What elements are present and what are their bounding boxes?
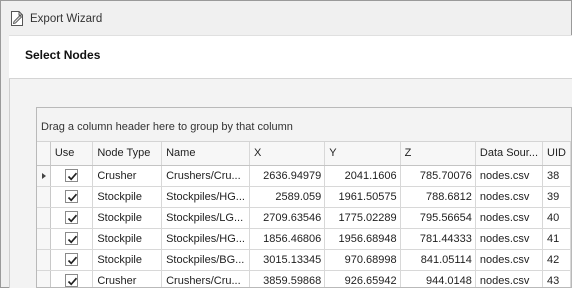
row-indicator[interactable] xyxy=(37,228,51,250)
z-cell[interactable]: 841.05114 xyxy=(400,249,476,271)
row-indicator-header xyxy=(37,142,51,166)
x-cell[interactable]: 3859.59868 xyxy=(249,270,326,287)
x-cell[interactable]: 2589.059 xyxy=(249,186,326,208)
use-cell[interactable] xyxy=(50,249,94,271)
use-checkbox[interactable] xyxy=(65,274,79,287)
node-type-cell[interactable]: Stockpile xyxy=(92,228,163,250)
z-cell[interactable]: 944.0148 xyxy=(400,270,476,287)
use-checkbox[interactable] xyxy=(65,253,79,266)
data-source-cell[interactable]: nodes.csv xyxy=(475,228,544,250)
column-header-name[interactable]: Name xyxy=(161,142,250,166)
node-type-cell[interactable]: Crusher xyxy=(92,165,163,187)
row-indicator[interactable] xyxy=(37,165,51,187)
uid-cell[interactable]: 41 xyxy=(542,228,571,250)
export-document-icon xyxy=(10,10,25,27)
group-by-hint: Drag a column header here to group by th… xyxy=(41,121,293,133)
column-header-use[interactable]: Use xyxy=(50,142,94,166)
name-cell[interactable]: Stockpiles/HG... xyxy=(161,228,250,250)
data-source-cell[interactable]: nodes.csv xyxy=(475,207,544,229)
table-row[interactable]: Crusher Crushers/Cru... 2636.94979 2041.160… xyxy=(37,165,571,187)
uid-cell[interactable]: 39 xyxy=(542,186,571,208)
data-source-cell[interactable]: nodes.csv xyxy=(475,249,544,271)
row-indicator-arrow-icon xyxy=(42,172,46,179)
z-cell[interactable]: 788.6812 xyxy=(400,186,476,208)
z-cell[interactable]: 795.56654 xyxy=(400,207,476,229)
y-cell[interactable]: 1775.02289 xyxy=(324,207,401,229)
node-type-cell[interactable]: Stockpile xyxy=(92,249,163,271)
data-source-cell[interactable]: nodes.csv xyxy=(475,186,544,208)
use-checkbox[interactable] xyxy=(65,232,79,245)
uid-cell[interactable]: 42 xyxy=(542,249,571,271)
group-by-panel[interactable]: Drag a column header here to group by th… xyxy=(37,108,571,142)
column-header-row: Use Node Type Name X Y Z Data Sour... UI… xyxy=(37,142,571,166)
title-bar: Export Wizard xyxy=(1,1,571,35)
x-cell[interactable]: 2709.63546 xyxy=(249,207,326,229)
node-type-cell[interactable]: Crusher xyxy=(92,270,163,287)
row-indicator[interactable] xyxy=(37,186,51,208)
row-indicator[interactable] xyxy=(37,249,51,271)
x-cell[interactable]: 2636.94979 xyxy=(249,165,326,187)
nodes-table: Use Node Type Name X Y Z Data Sour... UI… xyxy=(37,142,571,287)
x-cell[interactable]: 3015.13345 xyxy=(249,249,326,271)
z-cell[interactable]: 785.70076 xyxy=(400,165,476,187)
use-checkbox[interactable] xyxy=(65,190,79,203)
use-cell[interactable] xyxy=(50,270,94,287)
y-cell[interactable]: 1956.68948 xyxy=(324,228,401,250)
column-header-uid[interactable]: UID xyxy=(542,142,571,166)
use-checkbox[interactable] xyxy=(65,211,79,224)
name-cell[interactable]: Crushers/Cru... xyxy=(161,270,250,287)
data-source-cell[interactable]: nodes.csv xyxy=(475,270,544,287)
table-row[interactable]: Stockpile Stockpiles/HG... 2589.059 1961.50… xyxy=(37,186,571,208)
row-indicator[interactable] xyxy=(37,207,51,229)
node-type-cell[interactable]: Stockpile xyxy=(92,186,163,208)
use-cell[interactable] xyxy=(50,207,94,229)
wizard-page-header: Select Nodes xyxy=(9,35,572,79)
use-cell[interactable] xyxy=(50,228,94,250)
nodes-grid: Drag a column header here to group by th… xyxy=(36,107,572,288)
uid-cell[interactable]: 40 xyxy=(542,207,571,229)
y-cell[interactable]: 926.65942 xyxy=(324,270,401,287)
y-cell[interactable]: 970.68998 xyxy=(324,249,401,271)
column-header-node-type[interactable]: Node Type xyxy=(92,142,163,166)
data-source-cell[interactable]: nodes.csv xyxy=(475,165,544,187)
x-cell[interactable]: 1856.46806 xyxy=(249,228,326,250)
uid-cell[interactable]: 38 xyxy=(542,165,571,187)
use-cell[interactable] xyxy=(50,186,94,208)
uid-cell[interactable]: 43 xyxy=(542,270,571,287)
name-cell[interactable]: Crushers/Cru... xyxy=(161,165,250,187)
table-row[interactable]: Crusher Crushers/Cru... 3859.59868 926.6594… xyxy=(37,270,571,287)
row-indicator[interactable] xyxy=(37,270,51,287)
table-row[interactable]: Stockpile Stockpiles/BG... 3015.13345 970.6… xyxy=(37,249,571,271)
page-title: Select Nodes xyxy=(25,48,101,62)
name-cell[interactable]: Stockpiles/LG... xyxy=(161,207,250,229)
column-header-y[interactable]: Y xyxy=(324,142,401,166)
name-cell[interactable]: Stockpiles/BG... xyxy=(161,249,250,271)
column-header-x[interactable]: X xyxy=(249,142,326,166)
column-header-data-source[interactable]: Data Sour... xyxy=(475,142,544,166)
z-cell[interactable]: 781.44333 xyxy=(400,228,476,250)
use-cell[interactable] xyxy=(50,165,94,187)
table-row[interactable]: Stockpile Stockpiles/HG... 1856.46806 1956.… xyxy=(37,228,571,250)
table-row[interactable]: Stockpile Stockpiles/LG... 2709.63546 1775.… xyxy=(37,207,571,229)
y-cell[interactable]: 1961.50575 xyxy=(324,186,401,208)
window-title: Export Wizard xyxy=(30,13,103,25)
node-type-cell[interactable]: Stockpile xyxy=(92,207,163,229)
y-cell[interactable]: 2041.1606 xyxy=(324,165,401,187)
use-checkbox[interactable] xyxy=(65,169,79,182)
name-cell[interactable]: Stockpiles/HG... xyxy=(161,186,250,208)
column-header-z[interactable]: Z xyxy=(400,142,476,166)
